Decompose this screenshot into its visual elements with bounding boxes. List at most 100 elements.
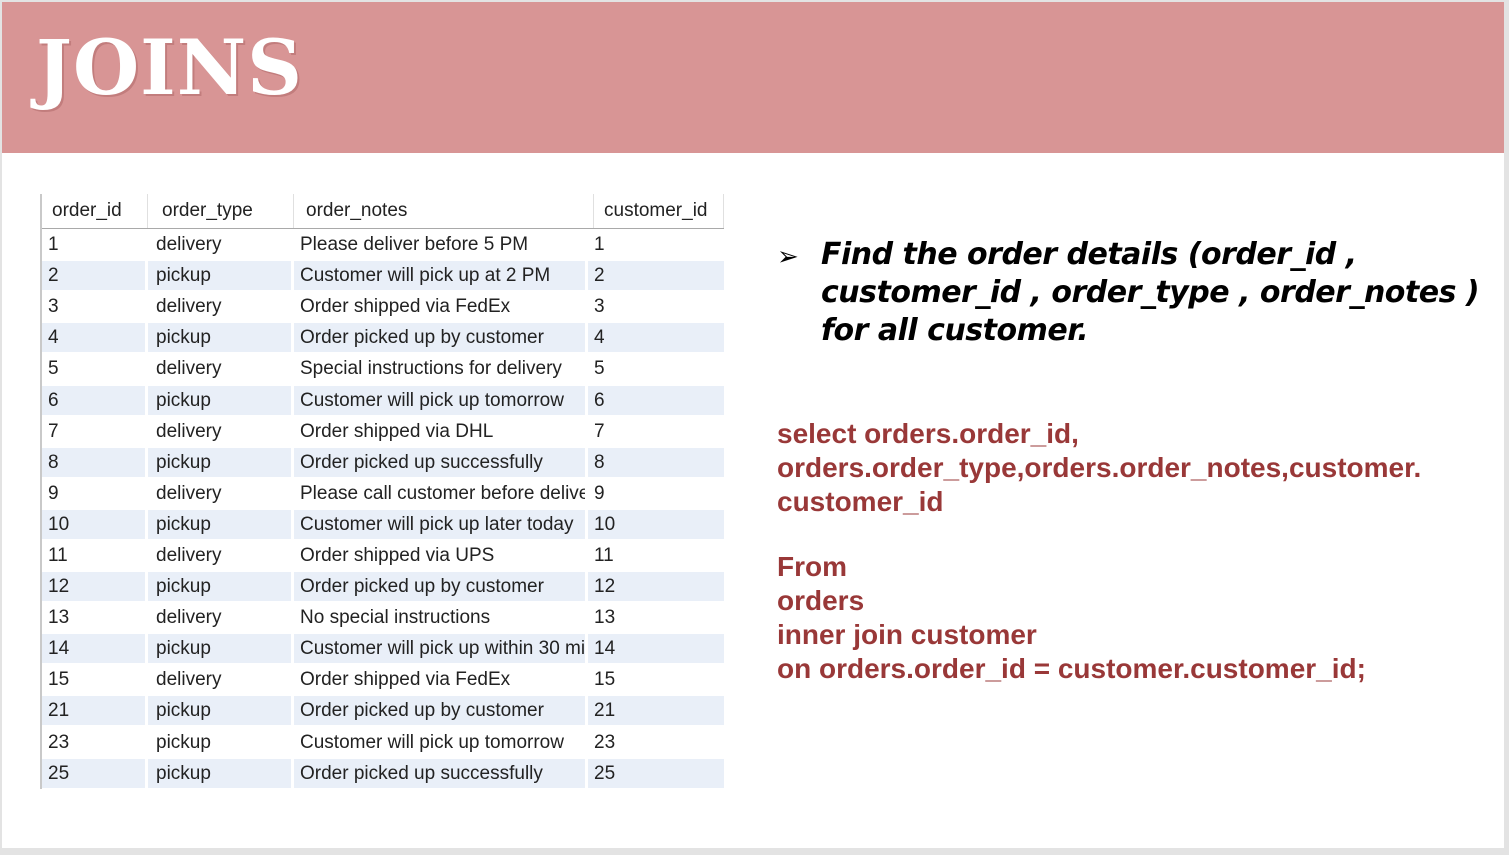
cell-order-notes[interactable]: Order picked up by customer (294, 323, 588, 353)
table-row[interactable]: 4 pickup Order picked up by customer 4 (42, 322, 724, 354)
cell-order-notes[interactable]: Order shipped via FedEx (294, 292, 588, 322)
cell-customer-id[interactable]: 6 (588, 385, 724, 415)
cell-order-id[interactable]: 25 (42, 758, 148, 788)
table-row[interactable]: 1 delivery Please deliver before 5 PM 1 (42, 229, 724, 261)
cell-order-type[interactable]: pickup (148, 447, 294, 477)
cell-customer-id[interactable]: 9 (588, 479, 724, 508)
table-row[interactable]: 3 delivery Order shipped via FedEx 3 (42, 291, 724, 323)
cell-customer-id[interactable]: 3 (588, 292, 724, 321)
cell-order-id[interactable]: 8 (42, 447, 148, 477)
cell-order-notes[interactable]: Order shipped via FedEx (294, 665, 588, 695)
cell-order-notes[interactable]: Order picked up by customer (294, 696, 588, 726)
cell-order-notes[interactable]: Please call customer before delivery (294, 478, 588, 508)
cell-order-notes[interactable]: Order picked up successfully (294, 758, 588, 788)
cell-order-id[interactable]: 3 (42, 292, 148, 322)
cell-order-notes[interactable]: Customer will pick up tomorrow (294, 385, 588, 415)
cell-order-notes[interactable]: Customer will pick up at 2 PM (294, 261, 588, 291)
cell-order-type[interactable]: delivery (148, 230, 294, 260)
cell-order-id[interactable]: 11 (42, 540, 148, 570)
cell-order-notes[interactable]: Customer will pick up later today (294, 509, 588, 539)
cell-order-id[interactable]: 9 (42, 478, 148, 508)
table-row[interactable]: 5 delivery Special instructions for delive… (42, 353, 724, 385)
cell-customer-id[interactable]: 13 (588, 603, 724, 632)
cell-order-type[interactable]: pickup (148, 634, 294, 664)
cell-customer-id[interactable]: 10 (588, 509, 724, 539)
cell-order-id[interactable]: 21 (42, 696, 148, 726)
cell-order-notes[interactable]: Special instructions for delivery (294, 354, 588, 384)
cell-order-type[interactable]: pickup (148, 323, 294, 353)
cell-order-notes[interactable]: No special instructions (294, 603, 588, 633)
grid-body: 1 delivery Please deliver before 5 PM 1 2 pic… (42, 229, 724, 789)
cell-order-id[interactable]: 13 (42, 603, 148, 633)
cell-customer-id[interactable]: 2 (588, 261, 724, 291)
cell-order-type[interactable]: delivery (148, 292, 294, 322)
table-row[interactable]: 23 pickup Customer will pick up tomorrow 23 (42, 726, 724, 758)
cell-order-type[interactable]: delivery (148, 354, 294, 384)
query-line: select orders.order_id, (777, 418, 1079, 449)
cell-order-id[interactable]: 12 (42, 572, 148, 602)
table-row[interactable]: 6 pickup Customer will pick up tomorrow 6 (42, 384, 724, 416)
cell-customer-id[interactable]: 25 (588, 758, 724, 788)
column-header-order-notes[interactable]: order_notes (294, 194, 594, 228)
cell-order-type[interactable]: delivery (148, 540, 294, 570)
cell-order-type[interactable]: pickup (148, 758, 294, 788)
table-row[interactable]: 25 pickup Order picked up successfully 25 (42, 757, 724, 789)
cell-customer-id[interactable]: 12 (588, 572, 724, 602)
cell-order-id[interactable]: 1 (42, 230, 148, 260)
table-row[interactable]: 14 pickup Customer will pick up within 30 … (42, 633, 724, 665)
table-row[interactable]: 10 pickup Customer will pick up later toda… (42, 508, 724, 540)
table-row[interactable]: 21 pickup Order picked up by customer 21 (42, 695, 724, 727)
cell-order-notes[interactable]: Customer will pick up tomorrow (294, 727, 588, 757)
table-row[interactable]: 9 delivery Please call customer before del… (42, 477, 724, 509)
cell-customer-id[interactable]: 7 (588, 417, 724, 446)
query-spacer (777, 519, 1487, 550)
cell-customer-id[interactable]: 1 (588, 230, 724, 259)
cell-order-type[interactable]: delivery (148, 478, 294, 508)
column-header-order-id[interactable]: order_id (42, 194, 148, 228)
cell-customer-id[interactable]: 8 (588, 447, 724, 477)
column-header-customer-id[interactable]: customer_id (594, 194, 724, 228)
cell-order-notes[interactable]: Order shipped via UPS (294, 540, 588, 570)
cell-order-notes[interactable]: Please deliver before 5 PM (294, 230, 588, 260)
query-line: From (777, 551, 847, 582)
cell-customer-id[interactable]: 21 (588, 696, 724, 726)
cell-order-type[interactable]: pickup (148, 385, 294, 415)
arrow-bullet-icon: ➢ (777, 242, 799, 272)
cell-order-id[interactable]: 6 (42, 385, 148, 415)
cell-customer-id[interactable]: 15 (588, 665, 724, 694)
cell-order-notes[interactable]: Order picked up successfully (294, 447, 588, 477)
cell-customer-id[interactable]: 4 (588, 323, 724, 353)
cell-order-id[interactable]: 4 (42, 323, 148, 353)
cell-order-type[interactable]: pickup (148, 261, 294, 291)
cell-order-notes[interactable]: Customer will pick up within 30 min... (294, 634, 588, 664)
cell-order-type[interactable]: pickup (148, 727, 294, 757)
cell-customer-id[interactable]: 23 (588, 728, 724, 757)
column-header-order-type[interactable]: order_type (148, 194, 294, 228)
cell-order-id[interactable]: 23 (42, 727, 148, 757)
table-row[interactable]: 13 delivery No special instructions 13 (42, 602, 724, 634)
cell-order-type[interactable]: pickup (148, 696, 294, 726)
cell-order-id[interactable]: 5 (42, 354, 148, 384)
table-row[interactable]: 7 delivery Order shipped via DHL 7 (42, 415, 724, 447)
table-row[interactable]: 12 pickup Order picked up by customer 12 (42, 571, 724, 603)
cell-customer-id[interactable]: 14 (588, 634, 724, 664)
task-bullet: ➢ Find the order details (order_id , cus… (777, 236, 1487, 350)
table-row[interactable]: 8 pickup Order picked up successfully 8 (42, 446, 724, 478)
cell-customer-id[interactable]: 5 (588, 354, 724, 383)
cell-customer-id[interactable]: 11 (588, 541, 724, 570)
cell-order-notes[interactable]: Order picked up by customer (294, 572, 588, 602)
cell-order-type[interactable]: pickup (148, 509, 294, 539)
cell-order-type[interactable]: delivery (148, 416, 294, 446)
cell-order-type[interactable]: delivery (148, 603, 294, 633)
table-row[interactable]: 11 delivery Order shipped via UPS 11 (42, 539, 724, 572)
cell-order-id[interactable]: 14 (42, 634, 148, 664)
cell-order-type[interactable]: delivery (148, 665, 294, 695)
cell-order-id[interactable]: 2 (42, 261, 148, 291)
cell-order-type[interactable]: pickup (148, 572, 294, 602)
cell-order-id[interactable]: 10 (42, 509, 148, 539)
cell-order-notes[interactable]: Order shipped via DHL (294, 416, 588, 446)
cell-order-id[interactable]: 15 (42, 665, 148, 695)
table-row[interactable]: 2 pickup Customer will pick up at 2 PM 2 (42, 260, 724, 292)
cell-order-id[interactable]: 7 (42, 416, 148, 446)
table-row[interactable]: 15 delivery Order shipped via FedEx 15 (42, 664, 724, 696)
